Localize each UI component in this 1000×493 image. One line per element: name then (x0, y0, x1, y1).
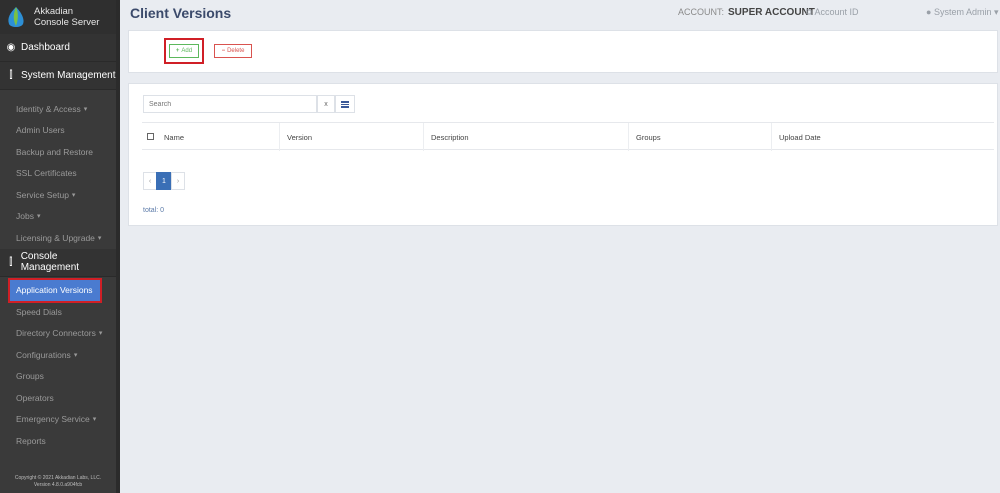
caret-down-icon: ▾ (92, 416, 97, 424)
sidebar-item-application-versions[interactable]: Application Versions (8, 277, 102, 303)
column-header-version[interactable]: Version (287, 133, 312, 142)
sidebar-item-admin-users[interactable]: Admin Users (0, 120, 116, 142)
select-all-checkbox[interactable] (147, 133, 154, 140)
sidebar-item-label: Speed Dials (16, 306, 62, 317)
sidebar-item-label: Licensing & Upgrade (16, 232, 95, 243)
add-button-highlight: + Add (164, 38, 204, 64)
total-count: total: 0 (143, 207, 165, 214)
topbar: Client Versions ACCOUNT: SUPER ACCOUNT ⧉ … (120, 0, 1000, 26)
wrench-icon: ⫿ (9, 256, 13, 268)
caret-down-icon: ▾ (994, 7, 999, 17)
sidebar-section-system-management[interactable]: ⫿ System Management (0, 62, 116, 90)
next-page-button[interactable]: › (171, 172, 185, 190)
minus-icon: − (221, 48, 226, 54)
version-text: Version 4.8.0.a904fcb (33, 482, 83, 488)
account-name: SUPER ACCOUNT (728, 7, 815, 18)
sidebar-item-service-setup[interactable]: Service Setup ▾ (0, 184, 116, 206)
list-icon (341, 100, 349, 108)
caret-down-icon: ▾ (73, 351, 78, 359)
column-header-groups[interactable]: Groups (636, 133, 661, 142)
sidebar-section-console-management[interactable]: ⫿ Console Management (0, 248, 116, 277)
sidebar-item-label: Operators (16, 392, 54, 403)
delete-button-label: Delete (227, 48, 245, 54)
sidebar-item-emergency-service[interactable]: Emergency Service ▾ (0, 409, 116, 431)
page-title: Client Versions (130, 5, 232, 21)
sidebar-item-operators[interactable]: Operators (0, 387, 116, 409)
add-button-label: Add (181, 48, 193, 54)
delete-button[interactable]: − Delete (214, 44, 252, 58)
account-id-button[interactable]: ⧉ Account ID (806, 7, 858, 18)
user-menu[interactable]: ● System Admin ▾ (926, 7, 999, 18)
sidebar-item-dashboard[interactable]: ◉ Dashboard (0, 34, 116, 62)
brand-line-2: Console Server (34, 17, 100, 28)
akkadian-logo-icon (8, 7, 24, 27)
sidebar-item-label: Backup and Restore (16, 146, 94, 157)
brand[interactable]: Akkadian Console Server (0, 0, 116, 34)
brand-line-1: Akkadian (34, 6, 74, 17)
column-header-upload-date[interactable]: Upload Date (779, 133, 821, 142)
copy-icon: ⧉ (806, 7, 813, 17)
sidebar-section-label: System Management (21, 70, 116, 81)
plus-icon: + (175, 48, 180, 54)
sidebar-item-label: Dashboard (21, 42, 70, 53)
toolbar-panel: + Add − Delete (128, 30, 998, 73)
sidebar-item-label: SSL Certificates (16, 168, 77, 179)
page-button-1[interactable]: 1 (156, 172, 172, 190)
sidebar-item-label: Service Setup (16, 189, 69, 200)
column-header-name[interactable]: Name (164, 133, 184, 142)
sidebar-item-configurations[interactable]: Configurations ▾ (0, 344, 116, 366)
sidebar-item-label: Application Versions (16, 285, 93, 296)
console-items: Application Versions Speed Dials Directo… (0, 277, 116, 452)
sidebar-item-label: Groups (16, 371, 44, 382)
sidebar-scrollbar[interactable] (116, 0, 120, 493)
search-clear-button[interactable]: x (317, 95, 335, 113)
sidebar-item-label: Configurations (16, 349, 71, 360)
sidebar-item-label: Identity & Access (16, 103, 81, 114)
sidebar-item-backup-restore[interactable]: Backup and Restore (0, 141, 116, 163)
caret-down-icon: ▾ (36, 213, 41, 221)
user-name: System Admin (933, 7, 992, 17)
sidebar-item-identity-access[interactable]: Identity & Access ▾ (0, 98, 116, 120)
sidebar-item-ssl-certificates[interactable]: SSL Certificates (0, 163, 116, 185)
sidebar-item-label: Directory Connectors (16, 328, 96, 339)
account-indicator: ACCOUNT: SUPER ACCOUNT (678, 7, 815, 18)
caret-down-icon: ▾ (71, 191, 76, 199)
sidebar-item-licensing-upgrade[interactable]: Licensing & Upgrade ▾ (0, 227, 116, 249)
caret-down-icon: ▾ (83, 105, 88, 113)
column-toggle-button[interactable] (335, 95, 355, 113)
caret-down-icon: ▾ (98, 330, 103, 338)
system-items: Identity & Access ▾ Admin Users Backup an… (0, 98, 116, 249)
search-input[interactable] (143, 95, 317, 113)
sidebar-item-groups[interactable]: Groups (0, 366, 116, 388)
column-header-description[interactable]: Description (431, 133, 469, 142)
sidebar-item-jobs[interactable]: Jobs ▾ (0, 206, 116, 228)
wrench-icon: ⫿ (9, 70, 13, 81)
sidebar-item-label: Jobs (16, 211, 34, 222)
caret-down-icon: ▾ (97, 234, 102, 242)
sidebar-item-label: Reports (16, 435, 46, 446)
table-header: Name Version Description Groups Upload D… (142, 122, 994, 151)
prev-page-button[interactable]: ‹ (143, 172, 157, 190)
dashboard-icon: ◉ (6, 42, 16, 53)
sidebar-item-label: Admin Users (16, 125, 65, 136)
sidebar-item-speed-dials[interactable]: Speed Dials (0, 301, 116, 323)
sidebar-item-directory-connectors[interactable]: Directory Connectors ▾ (0, 323, 116, 345)
pagination: ‹ 1 › (143, 172, 185, 190)
add-button[interactable]: + Add (169, 44, 199, 58)
sidebar-section-label: Console Management (20, 251, 80, 273)
table-panel: x Name Version Description Groups Upload… (128, 83, 998, 226)
account-id-label: Account ID (814, 7, 859, 17)
copyright-text: Copyright © 2021 Akkadian Labs, LLC. (14, 475, 102, 481)
sidebar-item-reports[interactable]: Reports (0, 430, 116, 452)
sidebar-item-label: Emergency Service (16, 414, 90, 425)
user-icon: ● (926, 7, 932, 17)
sidebar-footer: Copyright © 2021 Akkadian Labs, LLC. Ver… (0, 475, 116, 489)
account-prefix: ACCOUNT: (678, 7, 725, 17)
sidebar: Akkadian Console Server ◉ Dashboard ⫿ Sy… (0, 0, 116, 493)
